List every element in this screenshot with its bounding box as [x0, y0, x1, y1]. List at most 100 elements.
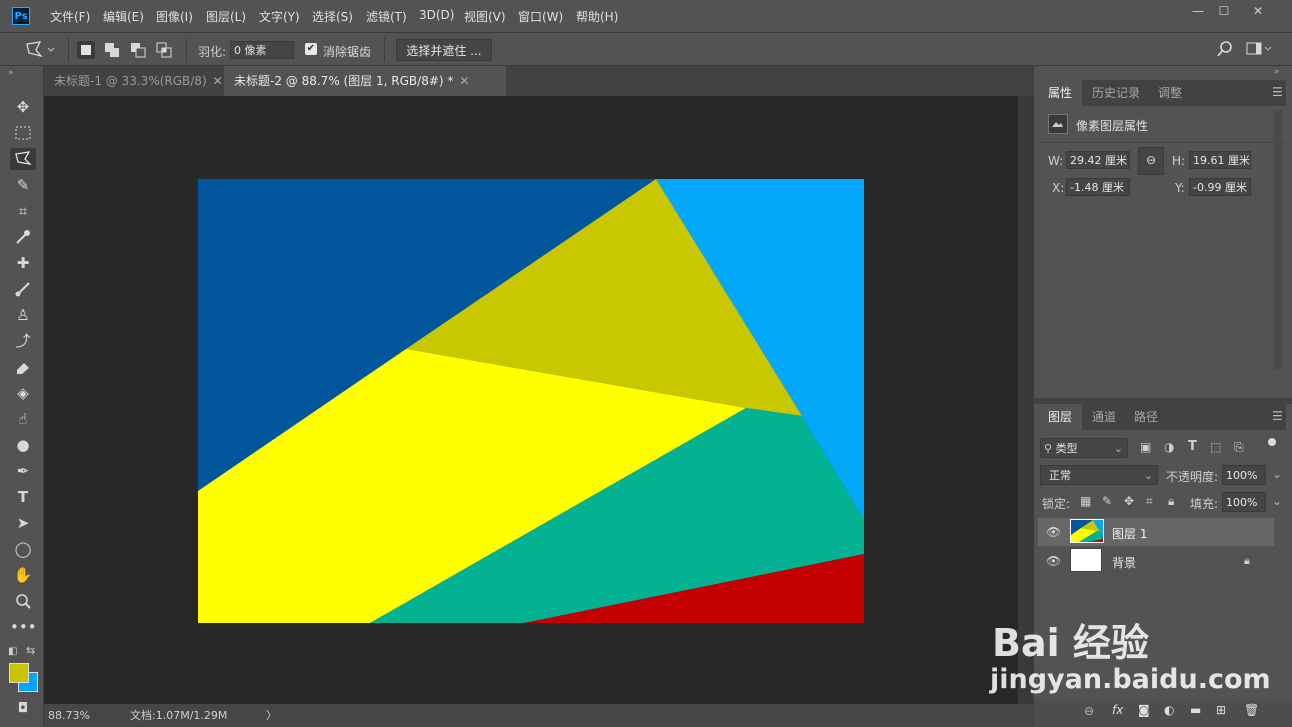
antialias-checkbox[interactable]: ✔: [305, 43, 317, 55]
layer-name[interactable]: 图层 1: [1112, 525, 1147, 542]
lock-image-icon[interactable]: ✎: [1102, 494, 1112, 508]
pen-tool-icon[interactable]: ✒: [10, 460, 36, 482]
fill-field[interactable]: 100%: [1222, 492, 1266, 512]
properties-scrollbar[interactable]: [1274, 110, 1282, 370]
layers-panel-menu-icon[interactable]: ☰: [1272, 409, 1283, 423]
select-and-mask-button[interactable]: 选择并遮住 ...: [396, 39, 492, 61]
move-tool-icon[interactable]: ✥: [10, 96, 36, 118]
menu-layer[interactable]: 图层(L): [206, 8, 246, 25]
close-button[interactable]: ✕: [1247, 4, 1269, 18]
collapse-panels-icon[interactable]: »: [1274, 67, 1280, 77]
type-tool-icon[interactable]: T: [10, 486, 36, 508]
tab-properties[interactable]: 属性: [1038, 80, 1083, 106]
smudge-tool-icon[interactable]: ☝: [10, 408, 36, 430]
status-menu-icon[interactable]: 〉: [266, 704, 277, 727]
link-layers-icon[interactable]: ⊖: [1084, 704, 1094, 718]
tab-paths[interactable]: 路径: [1124, 404, 1168, 430]
close-tab-icon[interactable]: ✕: [213, 74, 223, 88]
filter-adjustment-icon[interactable]: ◑: [1164, 440, 1174, 454]
visibility-eye-icon[interactable]: 👁︎: [1046, 525, 1061, 539]
workspace-icon[interactable]: [1246, 41, 1274, 60]
menu-edit[interactable]: 编辑(E): [103, 8, 144, 25]
close-tab-icon[interactable]: ✕: [459, 74, 469, 88]
menu-filter[interactable]: 滤镜(T): [366, 8, 407, 25]
default-colors-icon[interactable]: ◧: [8, 646, 17, 657]
path-selection-tool-icon[interactable]: ➤: [10, 512, 36, 534]
panel-menu-icon[interactable]: ☰: [1272, 85, 1283, 99]
paint-bucket-tool-icon[interactable]: ◈: [10, 382, 36, 404]
layer-name[interactable]: 背景: [1112, 554, 1136, 571]
lock-all-icon[interactable]: 🔒︎: [1168, 494, 1174, 509]
menu-window[interactable]: 窗口(W): [518, 8, 563, 25]
opacity-field[interactable]: 100%: [1222, 465, 1266, 485]
height-field[interactable]: 19.61 厘米: [1189, 151, 1251, 169]
tab-document-1[interactable]: 未标题-1 @ 33.3%(RGB/8) ✕: [44, 66, 224, 96]
hand-tool-icon[interactable]: ✋: [10, 564, 36, 586]
dodge-tool-icon[interactable]: ●: [10, 434, 36, 456]
layer-filter-select[interactable]: ⚲ 类型 ⌄: [1040, 438, 1128, 458]
add-to-selection-icon[interactable]: [103, 41, 121, 59]
adjustment-layer-icon[interactable]: ◐: [1164, 703, 1174, 717]
layer-row-layer1[interactable]: 👁︎ 图层 1: [1038, 518, 1274, 546]
lock-position-icon[interactable]: ✥: [1124, 494, 1134, 508]
menu-image[interactable]: 图像(I): [156, 8, 193, 25]
filter-pixel-icon[interactable]: ▣: [1140, 440, 1151, 454]
menu-help[interactable]: 帮助(H): [576, 8, 618, 25]
more-tools-icon[interactable]: •••: [10, 616, 37, 638]
layer-row-background[interactable]: 👁︎ 背景 🔒︎: [1038, 547, 1274, 575]
collapse-tools-icon[interactable]: »: [8, 68, 14, 78]
quick-mask-icon[interactable]: ◘: [10, 698, 36, 720]
layer-style-icon[interactable]: fx: [1112, 703, 1123, 717]
quick-selection-tool-icon[interactable]: ✎: [10, 174, 36, 196]
menu-3d[interactable]: 3D(D): [419, 8, 454, 22]
brush-tool-icon[interactable]: [10, 278, 36, 300]
filter-toggle-icon[interactable]: [1268, 438, 1276, 446]
tab-channels[interactable]: 通道: [1082, 404, 1126, 430]
menu-view[interactable]: 视图(V): [464, 8, 506, 25]
crop-tool-icon[interactable]: ⌗: [10, 200, 36, 222]
menu-file[interactable]: 文件(F): [50, 8, 90, 25]
eraser-tool-icon[interactable]: [10, 356, 36, 378]
document-canvas[interactable]: [198, 179, 864, 623]
polygonal-lasso-tool-preset-icon[interactable]: [24, 40, 56, 63]
width-field[interactable]: 29.42 厘米: [1066, 151, 1130, 169]
lock-transparent-icon[interactable]: ▦: [1080, 494, 1091, 508]
feather-input[interactable]: 0 像素: [230, 41, 294, 59]
filter-shape-icon[interactable]: ⬚: [1210, 440, 1221, 454]
swap-colors-icon[interactable]: ⇆: [26, 644, 35, 657]
lock-artboard-icon[interactable]: ⌗: [1146, 494, 1153, 509]
new-layer-icon[interactable]: ⊞: [1216, 703, 1226, 717]
maximize-button[interactable]: ☐: [1213, 4, 1235, 18]
filter-smart-object-icon[interactable]: ⎘: [1234, 440, 1244, 455]
menu-type[interactable]: 文字(Y): [259, 8, 300, 25]
photoshop-logo[interactable]: Ps: [12, 7, 30, 25]
zoom-tool-icon[interactable]: [10, 590, 36, 612]
link-dimensions-icon[interactable]: ⊖: [1138, 147, 1164, 175]
menu-select[interactable]: 选择(S): [312, 8, 353, 25]
history-brush-tool-icon[interactable]: ⤴: [10, 330, 36, 352]
tab-history[interactable]: 历史记录: [1082, 80, 1150, 106]
x-field[interactable]: -1.48 厘米: [1066, 178, 1130, 196]
search-icon[interactable]: [1216, 40, 1234, 61]
zoom-level[interactable]: 88.73%: [48, 704, 90, 727]
subtract-from-selection-icon[interactable]: [129, 41, 147, 59]
foreground-color-swatch[interactable]: [9, 663, 29, 683]
tab-layers[interactable]: 图层: [1038, 404, 1083, 430]
tab-document-2[interactable]: 未标题-2 @ 88.7% (图层 1, RGB/8#) * ✕: [224, 66, 506, 96]
intersect-selection-icon[interactable]: [155, 41, 173, 59]
new-selection-icon[interactable]: [77, 41, 95, 59]
y-field[interactable]: -0.99 厘米: [1189, 178, 1251, 196]
add-mask-icon[interactable]: ◙: [1138, 703, 1150, 717]
ellipse-tool-icon[interactable]: ◯: [10, 538, 36, 560]
delete-layer-icon[interactable]: 🗑︎: [1244, 703, 1259, 717]
clone-stamp-tool-icon[interactable]: ♙: [10, 304, 36, 326]
polygonal-lasso-tool-icon[interactable]: [10, 148, 36, 170]
tab-adjustments[interactable]: 调整: [1148, 80, 1192, 106]
blend-mode-select[interactable]: 正常 ⌄: [1040, 465, 1158, 485]
healing-brush-tool-icon[interactable]: ✚: [10, 252, 36, 274]
opacity-dropdown-icon[interactable]: ⌄: [1272, 467, 1282, 481]
marquee-tool-icon[interactable]: [10, 122, 36, 144]
visibility-eye-icon[interactable]: 👁︎: [1046, 554, 1061, 568]
new-group-icon[interactable]: ▬: [1190, 703, 1201, 717]
minimize-button[interactable]: —: [1187, 4, 1209, 18]
